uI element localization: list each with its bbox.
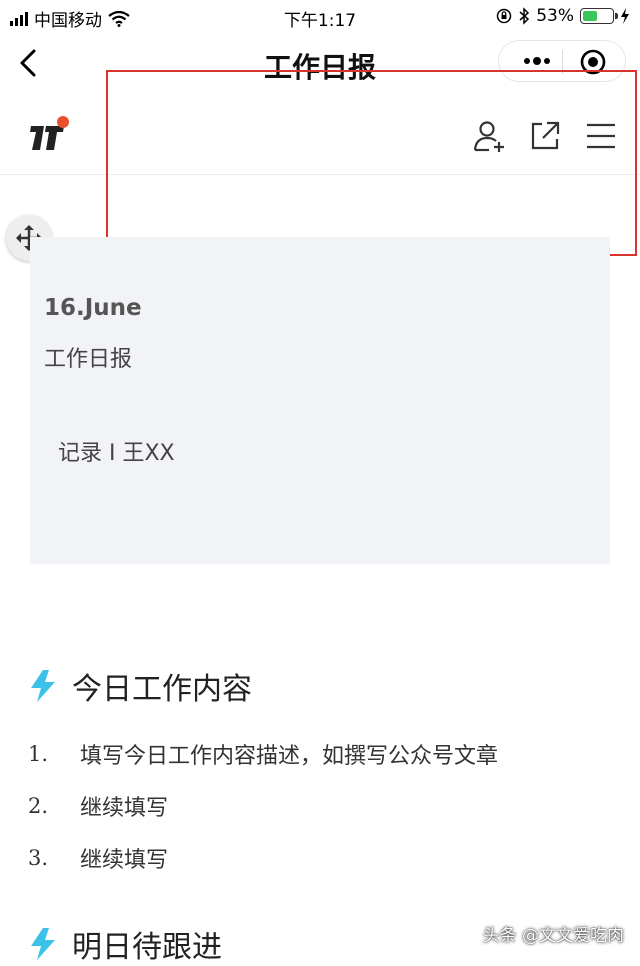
charging-icon <box>621 8 629 24</box>
battery-percent: 53% <box>536 6 574 26</box>
list-item-text: 继续填写 <box>80 848 169 873</box>
app-logo-icon <box>30 116 69 150</box>
list-item-text: 继续填写 <box>80 796 169 821</box>
doc-header-card: 16.June 工作日报 记录 I 王XX <box>30 237 610 564</box>
bluetooth-icon <box>519 7 530 25</box>
list-item-text: 填写今日工作内容描述，如撰写公众号文章 <box>80 744 499 769</box>
today-work-list: 1. 填写今日工作内容描述，如撰写公众号文章 2. 继续填写 3. 继续填写 <box>28 728 618 884</box>
section-heading-today: 今日工作内容 <box>30 664 252 708</box>
list-item: 2. 继续填写 <box>28 780 618 832</box>
lightning-bolt-icon <box>31 928 55 960</box>
section-heading-tomorrow: 明日待跟进 <box>30 922 222 966</box>
highlight-annotation <box>106 70 637 256</box>
battery-icon <box>580 8 618 24</box>
lightning-bolt-icon <box>31 670 55 702</box>
status-right: 53% <box>496 6 630 26</box>
card-title: 工作日报 <box>44 347 133 372</box>
card-date: 16.June <box>44 295 142 321</box>
status-bar: 中国移动 下午1:17 53% <box>0 0 640 34</box>
list-item: 1. 填写今日工作内容描述，如撰写公众号文章 <box>28 728 618 780</box>
section-title: 今日工作内容 <box>72 672 252 707</box>
watermark-text: 头条 @文文爱吃肉 <box>482 926 624 946</box>
card-recorder: 记录 I 王XX <box>58 441 175 466</box>
list-item-number: 3. <box>28 846 49 870</box>
list-item: 3. 继续填写 <box>28 832 618 884</box>
battery-level-fill <box>583 11 597 21</box>
list-item-number: 2. <box>28 794 49 818</box>
orientation-lock-icon <box>496 8 512 24</box>
list-item-number: 1. <box>28 742 49 766</box>
section-title: 明日待跟进 <box>72 930 222 965</box>
